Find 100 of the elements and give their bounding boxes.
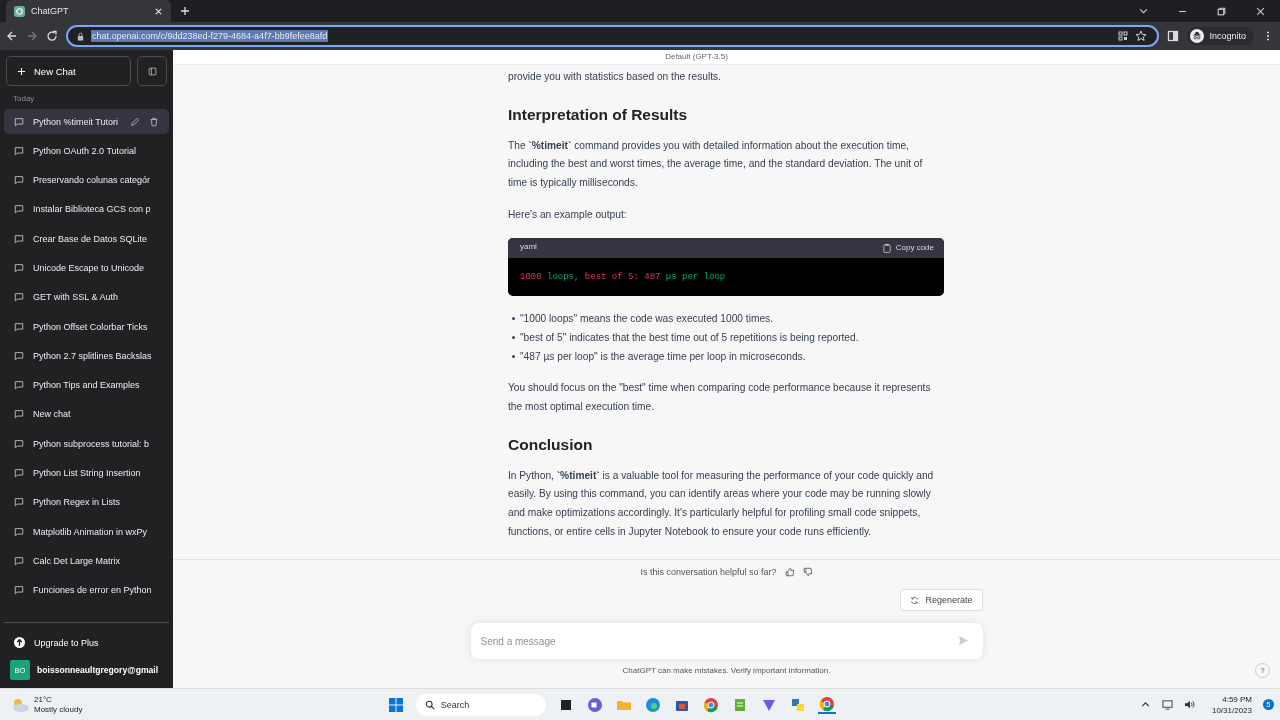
- chat-title: Crear Base de Datos SQLite: [33, 233, 149, 244]
- close-icon[interactable]: [154, 6, 163, 16]
- chat-bubble-icon: [14, 380, 24, 391]
- url-text: chat.openai.com/c/9dd238ed-f279-4684-a4f7-bb9fefee8afd: [91, 30, 329, 42]
- chat-item[interactable]: GET with SSL & Auth: [4, 284, 169, 310]
- chat-item[interactable]: Matplotlib Animation in wxPy: [4, 519, 169, 545]
- message-input[interactable]: Send a message: [470, 623, 983, 659]
- upload-circle-icon: [14, 637, 25, 648]
- disclaimer-text: ChatGPT can make mistakes. Verify important information.: [622, 666, 831, 675]
- chat-item[interactable]: Unicode Escape to Unicode: [4, 255, 169, 281]
- chat-bubble-icon: [14, 145, 24, 156]
- chat-bubble-icon: [14, 233, 24, 244]
- chat-bubble-icon: [14, 555, 24, 566]
- new-chat-button[interactable]: New Chat: [6, 56, 131, 86]
- chatgpt-logo-icon: [14, 5, 25, 17]
- trash-icon[interactable]: [149, 116, 159, 127]
- chat-title: Python Tips and Examples: [33, 380, 141, 391]
- speaker-icon[interactable]: [1183, 699, 1195, 710]
- chat-title: Python List String Insertion: [33, 468, 142, 479]
- copy-code-button[interactable]: Copy code: [882, 242, 934, 253]
- temperature: 21°C: [34, 694, 53, 705]
- chat-item[interactable]: Python Regex in Lists: [4, 489, 169, 515]
- network-icon[interactable]: [1161, 699, 1173, 710]
- chat-title: Python OAuth 2.0 Tutorial: [33, 145, 138, 156]
- chat-bubble-icon: [14, 263, 24, 273]
- chat-title: Python Regex in Lists: [33, 497, 122, 508]
- chrome-icon[interactable]: [701, 696, 720, 713]
- close-icon[interactable]: [1255, 5, 1266, 17]
- section-heading: Interpretation of Results: [508, 104, 689, 125]
- chrome-icon[interactable]: [817, 695, 836, 714]
- video-call-icon[interactable]: [585, 696, 604, 713]
- incognito-icon: [1190, 29, 1205, 43]
- taskbar-search[interactable]: Search: [415, 693, 546, 716]
- chat-title: Funciones de error en Python: [33, 585, 153, 596]
- chat-bubble-icon: [14, 409, 24, 420]
- paragraph: Here's an example output:: [508, 207, 628, 222]
- chat-bubble-icon: [14, 204, 24, 215]
- weather-condition: Mostly cloudy: [34, 704, 83, 715]
- chat-bubble-icon: [14, 292, 24, 303]
- chat-item[interactable]: Python List String Insertion: [4, 460, 169, 486]
- chat-title: Python %timeit Tutori: [33, 116, 120, 127]
- chat-title: Instalar Biblioteca GCS con p: [33, 204, 152, 215]
- chat-item[interactable]: Funciones de error en Python: [4, 577, 169, 603]
- chat-item[interactable]: Python OAuth 2.0 Tutorial: [4, 138, 169, 164]
- clock-time: 4:59 PM: [1222, 693, 1252, 705]
- thumbs-up-icon[interactable]: [784, 567, 795, 577]
- chat-item[interactable]: New chat: [4, 401, 169, 427]
- chat-title: Python subprocess tutorial: b: [33, 438, 151, 449]
- new-tab-icon[interactable]: [180, 6, 190, 16]
- refresh-icon: [910, 595, 920, 605]
- windows-start-icon[interactable]: [386, 696, 405, 713]
- reload-icon[interactable]: [46, 30, 58, 42]
- cloud-sun-icon: [10, 696, 30, 713]
- user-email: boissonneaultgregory@gmail: [37, 665, 159, 675]
- chat-item[interactable]: Instalar Biblioteca GCS con p: [4, 196, 169, 222]
- paragraph: In Python, `%timeit` is a valuable tool for measuring the performance of your code quickly and easily. By using this command, you can identify areas where your code may be running slowly and make optimizations accordingly. It's particularly helpful for profiling small code snippets, functions, or entire cells in Jupyter Notebook to ensure your code runs efficiently.: [508, 468, 935, 539]
- clipboard-icon: [882, 242, 891, 253]
- chat-bubble-icon: [14, 438, 24, 449]
- browser-tab[interactable]: ChatGPT: [6, 0, 171, 22]
- paragraph: The `%timeit` command provides you with detailed information about the execution time, including the best and worst times, the average time, and the standard deviation. The unit of time is typically milliseconds.: [508, 138, 924, 191]
- side-panel-icon[interactable]: [1167, 30, 1180, 42]
- chat-bubble-icon: [14, 350, 24, 361]
- chat-item[interactable]: Crear Base de Datos SQLite: [4, 226, 169, 252]
- code-language: yaml: [520, 241, 537, 254]
- edge-browser-icon[interactable]: [643, 696, 662, 713]
- restore-icon[interactable]: [1216, 5, 1227, 17]
- chat-item[interactable]: Python 2.7 splitlines Backslas: [4, 343, 169, 369]
- profile-button[interactable]: Incognito: [1187, 27, 1254, 45]
- chat-item[interactable]: Preservando colunas categór: [4, 167, 169, 193]
- chat-title: GET with SSL & Auth: [33, 292, 120, 303]
- lock-icon: [76, 31, 85, 41]
- paragraph: You should focus on the "best" time when comparing code performance because it represents the most optimal execution time.: [508, 381, 932, 415]
- bullet-item: "1000 loops" means the code was executed 1000 times.: [512, 310, 944, 329]
- qr-code-icon[interactable]: [1117, 30, 1130, 42]
- address-bar[interactable]: chat.openai.com/c/9dd238ed-f279-4684-a4f7-bb9fefee8afd: [66, 25, 1160, 47]
- chat-item[interactable]: Python Offset Colorbar Ticks: [4, 314, 169, 340]
- chat-title: Unicode Escape to Unicode: [33, 263, 146, 273]
- sidebar-toggle-button[interactable]: [137, 56, 167, 86]
- model-label: Default (GPT-3.5): [665, 52, 728, 62]
- chat-bubble-icon: [14, 468, 24, 479]
- star-icon[interactable]: [1135, 30, 1148, 42]
- chat-item[interactable]: Calc Det Large Matrix: [4, 548, 169, 574]
- regenerate-button[interactable]: Regenerate: [900, 589, 983, 611]
- chat-title: Preservando colunas categór: [33, 175, 152, 186]
- chat-title: Calc Det Large Matrix: [33, 555, 122, 566]
- feedback-question: Is this conversation helpful so far?: [640, 567, 777, 577]
- pencil-icon[interactable]: [130, 116, 140, 127]
- chat-item[interactable]: Python subprocess tutorial: b: [4, 431, 169, 457]
- section-label: Today: [12, 93, 36, 105]
- bullet-item: "487 µs per loop" is the average time per loop in microseconds.: [512, 347, 944, 367]
- upgrade-link[interactable]: Upgrade to Plus: [4, 629, 169, 656]
- chat-item[interactable]: Python %timeit Tutori: [4, 109, 169, 134]
- chat-item[interactable]: Python Tips and Examples: [4, 372, 169, 398]
- tab-title: ChatGPT: [31, 6, 70, 16]
- forward-icon[interactable]: [26, 30, 38, 42]
- thumbs-down-icon[interactable]: [802, 567, 813, 577]
- chat-bubble-icon: [14, 321, 24, 332]
- chat-title: Matplotlib Animation in wxPy: [33, 526, 149, 537]
- back-icon[interactable]: [6, 30, 18, 42]
- paragraph: provide you with statistics based on the results.: [508, 70, 722, 84]
